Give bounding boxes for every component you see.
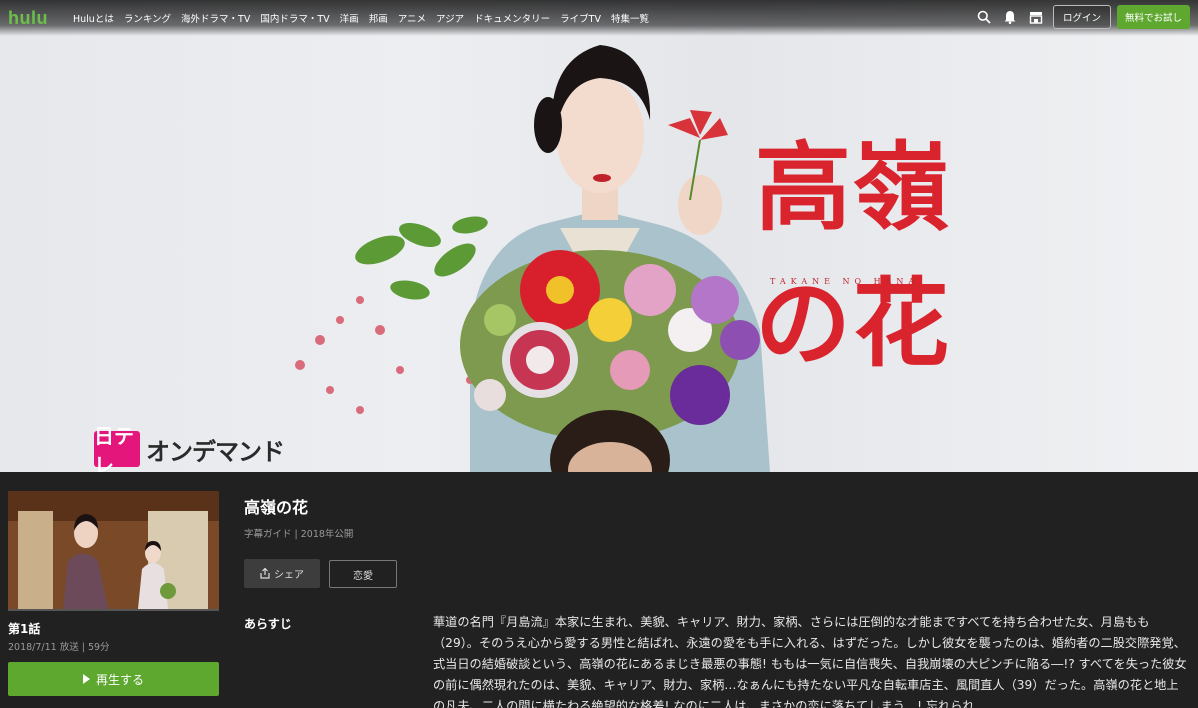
- nav-domestic-drama[interactable]: 国内ドラマ・TV: [255, 11, 334, 25]
- free-trial-button[interactable]: 無料でお試し: [1116, 5, 1190, 29]
- nav-live-tv[interactable]: ライブTV: [555, 11, 606, 25]
- thumbnail-progress-track: [8, 609, 219, 611]
- hero-title-art: 高嶺 の花: [755, 140, 985, 372]
- episode-thumbnail-image: [8, 491, 219, 609]
- share-button[interactable]: シェア: [244, 559, 320, 588]
- main-nav: Huluとは ランキング 海外ドラマ・TV 国内ドラマ・TV 洋画 邦画 アニメ…: [68, 11, 654, 25]
- hulu-detail-page: 高嶺 の花 TAKANE NO HANA 日テレ オンデマンド hulu Hul…: [0, 0, 1198, 708]
- synopsis-text: 華道の名門『月島流』本家に生まれ、美貌、キャリア、財力、家柄、さらには圧倒的な才…: [433, 615, 1187, 708]
- nav-features[interactable]: 特集一覧: [606, 11, 654, 25]
- nav-about[interactable]: Huluとは: [68, 11, 119, 25]
- nav-documentary[interactable]: ドキュメンタリー: [469, 11, 555, 25]
- detail-panel: 第1話 2018/7/11 放送 | 59分 再生する 高嶺の花 字幕ガイド |…: [0, 472, 1198, 708]
- top-header: hulu Huluとは ランキング 海外ドラマ・TV 国内ドラマ・TV 洋画 邦…: [0, 0, 1198, 36]
- hero-title-line2: の花: [755, 267, 951, 380]
- nav-asia[interactable]: アジア: [431, 11, 469, 25]
- synopsis-label: あらすじ: [244, 617, 292, 631]
- share-icon: [260, 568, 270, 579]
- search-icon[interactable]: [971, 5, 997, 29]
- header-actions: ログイン 無料でお試し: [971, 5, 1190, 29]
- episode-title: 第1話: [8, 622, 41, 636]
- episode-meta: 2018/7/11 放送 | 59分: [8, 642, 110, 653]
- nav-japanese-movies[interactable]: 邦画: [364, 11, 393, 25]
- play-button[interactable]: 再生する: [8, 662, 219, 696]
- play-button-label: 再生する: [95, 672, 144, 687]
- hero-banner: 高嶺 の花 TAKANE NO HANA 日テレ オンデマンド: [0, 0, 1198, 472]
- bell-icon[interactable]: [997, 5, 1023, 29]
- nav-ranking[interactable]: ランキング: [119, 11, 176, 25]
- hero-title-romaji: TAKANE NO HANA: [770, 277, 920, 286]
- channel-badge: 日テレ: [94, 426, 140, 472]
- hero-title-line1: 高嶺: [755, 131, 951, 244]
- hero-artwork: [295, 45, 770, 472]
- channel-text: オンデマンド: [146, 438, 285, 466]
- nav-anime[interactable]: アニメ: [393, 11, 431, 25]
- login-button[interactable]: ログイン: [1052, 5, 1111, 29]
- play-icon: [82, 674, 90, 684]
- store-icon[interactable]: [1023, 5, 1049, 29]
- nav-overseas-drama[interactable]: 海外ドラマ・TV: [176, 11, 255, 25]
- hulu-logo[interactable]: hulu: [8, 8, 48, 29]
- episode-thumbnail[interactable]: [8, 491, 219, 609]
- channel-logo: 日テレ オンデマンド: [94, 426, 285, 472]
- share-button-label: シェア: [274, 570, 304, 581]
- series-meta: 字幕ガイド | 2018年公開: [244, 529, 354, 540]
- genre-tag-romance[interactable]: 恋愛: [329, 560, 397, 588]
- series-title: 高嶺の花: [244, 498, 309, 517]
- nav-western-movies[interactable]: 洋画: [335, 11, 364, 25]
